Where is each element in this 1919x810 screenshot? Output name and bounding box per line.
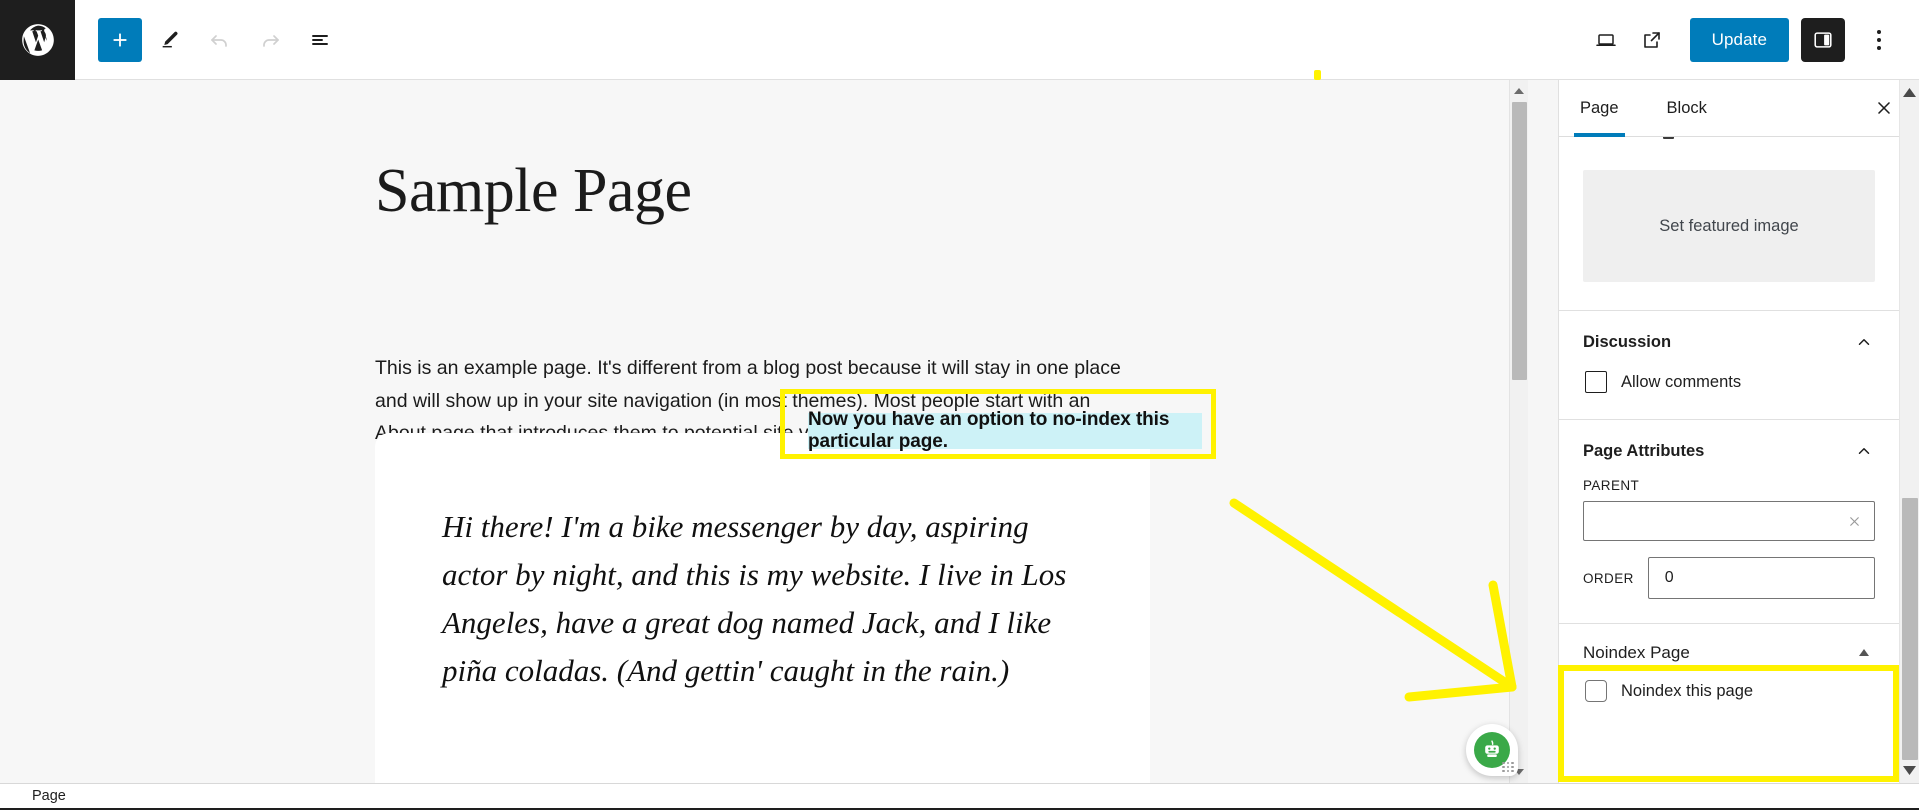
noindex-this-page-label: Noindex this page	[1621, 681, 1754, 700]
parent-field-label: PARENT	[1583, 478, 1640, 493]
discussion-section: Discussion Allow comments	[1559, 311, 1899, 420]
tools-pencil-icon[interactable]	[148, 18, 192, 62]
desktop-preview-icon[interactable]	[1584, 18, 1628, 62]
scroll-down-arrow-icon[interactable]	[1900, 761, 1919, 780]
triangle-up-icon[interactable]	[1853, 642, 1875, 664]
noindex-this-page-checkbox[interactable]	[1585, 680, 1607, 702]
sidebar-scroll-body: Set featured image Discussion Allow comm…	[1559, 137, 1899, 783]
quote-block-text[interactable]: Hi there! I'm a bike messenger by day, a…	[442, 503, 1082, 695]
noindex-section-header[interactable]: Noindex Page	[1583, 624, 1875, 678]
noindex-page-section: Noindex Page Noindex this page	[1559, 624, 1899, 728]
order-input[interactable]: 0	[1647, 557, 1875, 599]
scroll-up-arrow-icon[interactable]	[1900, 83, 1919, 102]
toolbar-left-group	[75, 17, 342, 62]
update-button[interactable]: Update	[1689, 17, 1789, 62]
order-field-label: ORDER	[1583, 570, 1634, 586]
set-featured-image-button[interactable]: Set featured image	[1583, 170, 1875, 282]
breadcrumb[interactable]: Page	[0, 788, 66, 804]
noindex-page-title: Noindex Page	[1583, 643, 1690, 662]
drag-grip-icon[interactable]	[1502, 761, 1514, 772]
sidebar-scrollbar-thumb[interactable]	[1902, 498, 1918, 760]
page-title[interactable]: Sample Page	[375, 157, 692, 225]
chevron-up-icon[interactable]	[1853, 440, 1875, 462]
featured-image-section: Set featured image	[1559, 146, 1899, 311]
robot-assistant-icon[interactable]	[1466, 724, 1518, 776]
allow-comments-row[interactable]: Allow comments	[1583, 369, 1875, 419]
order-field-row: ORDER 0	[1583, 557, 1875, 623]
external-link-icon[interactable]	[1630, 18, 1674, 62]
quote-block-card[interactable]: Hi there! I'm a bike messenger by day, a…	[375, 433, 1150, 783]
allow-comments-label: Allow comments	[1621, 372, 1742, 391]
editor-vertical-scrollbar[interactable]	[1509, 80, 1528, 783]
toolbar-right-group: Update	[1584, 17, 1919, 62]
sidebar-vertical-scrollbar[interactable]	[1899, 80, 1919, 783]
editor-top-toolbar: Update	[0, 0, 1919, 80]
wordpress-logo-icon[interactable]	[0, 0, 75, 80]
redo-arrow-icon[interactable]	[248, 18, 292, 62]
clear-x-icon[interactable]	[1844, 511, 1864, 531]
noindex-this-page-row[interactable]: Noindex this page	[1583, 678, 1875, 728]
editor-canvas[interactable]: Sample Page This is an example page. It'…	[0, 80, 1528, 783]
list-view-icon[interactable]	[298, 18, 342, 62]
clipped-panel-remnant	[1559, 137, 1899, 146]
scroll-up-arrow-icon[interactable]	[1510, 82, 1528, 100]
discussion-section-header[interactable]: Discussion	[1583, 311, 1875, 369]
editor-scrollbar-thumb[interactable]	[1512, 102, 1527, 380]
allow-comments-checkbox[interactable]	[1585, 371, 1607, 393]
settings-sidebar: Page Block Set featured image Discussion…	[1558, 80, 1919, 783]
parent-page-input[interactable]	[1583, 501, 1875, 541]
undo-arrow-icon[interactable]	[198, 18, 242, 62]
chevron-up-icon[interactable]	[1853, 331, 1875, 353]
page-attributes-section: Page Attributes PARENT ORDER 0	[1559, 420, 1899, 624]
close-sidebar-icon[interactable]	[1869, 93, 1899, 123]
wordpress-block-editor: Update Sample Page This is an example pa…	[0, 0, 1919, 810]
sidebar-tab-bar: Page Block	[1559, 80, 1919, 137]
add-block-button[interactable]	[98, 17, 142, 62]
page-attributes-section-header[interactable]: Page Attributes	[1583, 420, 1875, 478]
tab-block[interactable]: Block	[1667, 80, 1707, 136]
settings-sidebar-icon[interactable]	[1801, 17, 1845, 62]
discussion-title: Discussion	[1583, 332, 1672, 351]
editor-bottom-breadcrumb-bar: Page	[0, 783, 1919, 810]
page-attributes-title: Page Attributes	[1583, 441, 1705, 460]
tab-page[interactable]: Page	[1574, 80, 1625, 137]
kebab-more-icon[interactable]	[1857, 18, 1901, 62]
